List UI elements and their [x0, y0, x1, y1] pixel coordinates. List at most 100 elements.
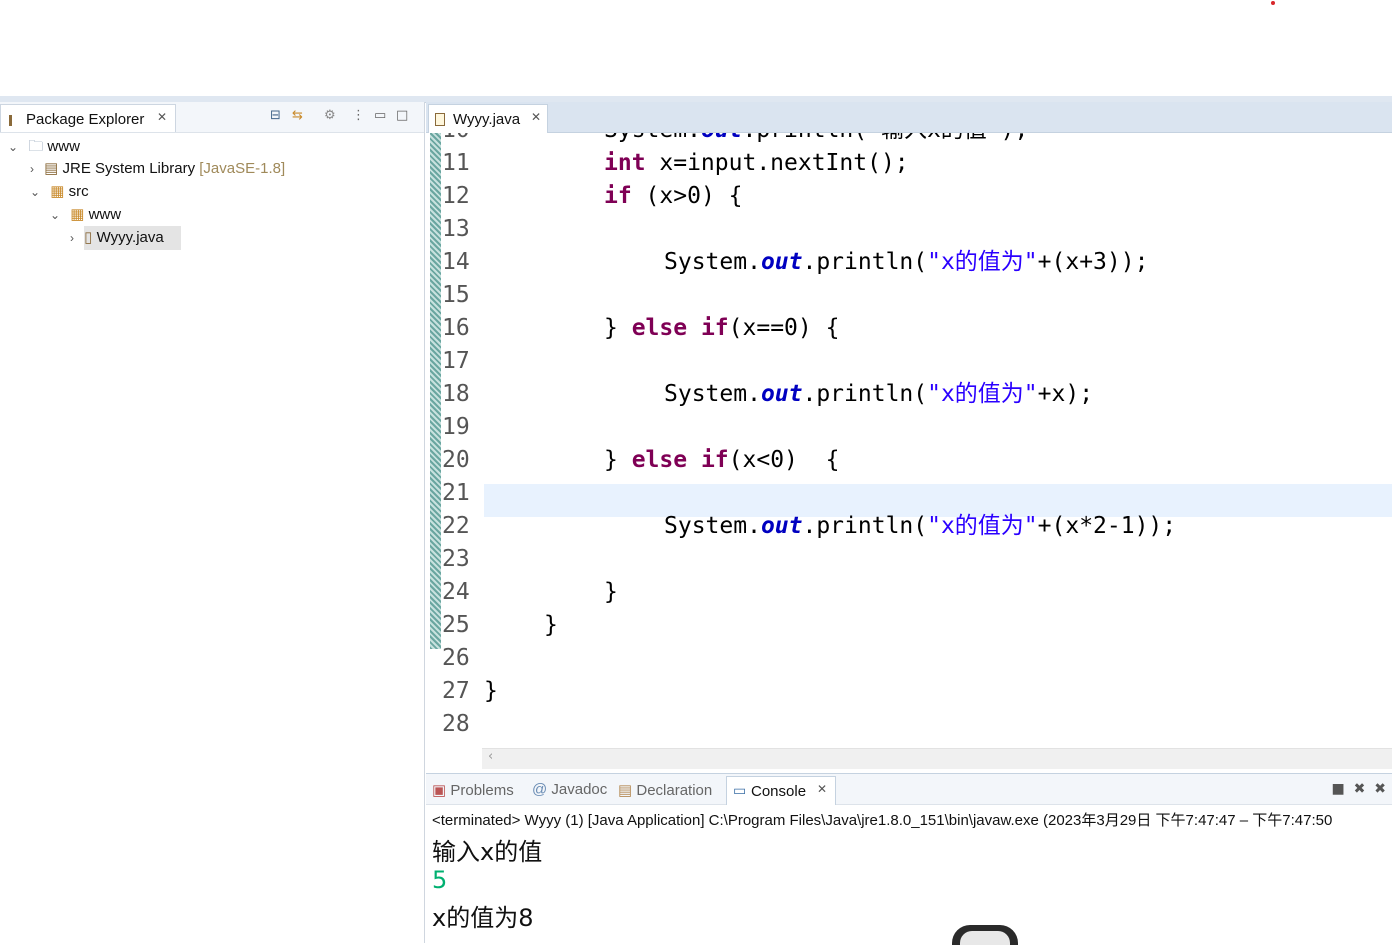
package-explorer-panel: Package Explorer ✕ ⊟ ⇆ ⚙ ⋮ ▭ □ ⌄ 🗀 www ›…: [0, 102, 425, 943]
tree-item-label: www: [88, 206, 122, 223]
code-token-string: "x的值为": [927, 249, 1038, 275]
tab-console[interactable]: ▭ Console ✕: [726, 776, 836, 805]
code-token: (x>0) {: [631, 183, 743, 209]
tab-problems[interactable]: ▣ Problems: [432, 781, 514, 799]
line-number: 12: [442, 183, 470, 209]
remove-all-icon[interactable]: ✖: [1374, 781, 1386, 797]
editor-tab-bar: Wyyy.java ✕: [426, 102, 1392, 133]
code-token: x=input.nextInt();: [645, 150, 909, 176]
console-output-line: 输入x的值: [432, 838, 543, 866]
collapse-all-icon[interactable]: ⊟: [270, 108, 281, 123]
package-explorer-tab[interactable]: Package Explorer ✕: [0, 104, 176, 132]
tree-item-label: JRE System Library: [62, 160, 196, 177]
code-token: .println(: [802, 249, 928, 275]
scroll-left-icon[interactable]: ‹: [488, 749, 493, 764]
tree-item-package-www[interactable]: ⌄ ▦ www: [50, 205, 121, 223]
editor-tab-wyyy-java[interactable]: Wyyy.java ✕: [428, 104, 548, 133]
code-line-16: } else if(x==0) {: [604, 312, 839, 345]
tree-item-jre-library[interactable]: › ▤ JRE System Library [JavaSE-1.8]: [30, 159, 285, 177]
code-line-24: }: [604, 576, 618, 609]
code-text-area[interactable]: 10 11 12 13 14 15 16 17 18 19 20 21 22 2…: [426, 133, 1392, 748]
line-number: 17: [442, 348, 470, 374]
chevron-down-icon[interactable]: ⌄: [8, 140, 18, 154]
code-token-keyword: else: [631, 447, 688, 473]
code-token-field: out: [760, 249, 803, 275]
code-token: .println("输入x的值");: [742, 133, 1028, 143]
code-token: (x==0) {: [728, 315, 840, 341]
code-line-22: System.out.println("x的值为"+(x*2-1));: [664, 510, 1176, 543]
console-input-echo: 5: [432, 866, 448, 894]
code-token: System.: [664, 381, 761, 407]
maximize-icon[interactable]: □: [396, 108, 408, 123]
tree-item-label: Wyyy.java: [96, 229, 164, 246]
code-token-keyword: int: [604, 150, 646, 176]
code-token: System.: [664, 513, 761, 539]
minimize-icon[interactable]: ▭: [374, 108, 386, 123]
desktop-pet-mascot[interactable]: [952, 925, 1018, 945]
line-number: 22: [442, 513, 470, 539]
chevron-down-icon[interactable]: ⌄: [50, 208, 60, 222]
at-sign-icon: @: [532, 781, 548, 798]
line-number: 27: [442, 678, 470, 704]
code-token-keyword: else: [631, 315, 688, 341]
tree-item-wyyy-java[interactable]: › ▯ Wyyy.java: [70, 228, 164, 246]
red-dot-indicator: [1271, 1, 1275, 5]
tab-label: Problems: [450, 782, 514, 799]
code-token: System.: [664, 249, 761, 275]
code-line-14: System.out.println("x的值为"+(x+3));: [664, 246, 1148, 279]
code-token-field: out: [760, 381, 803, 407]
line-number: 20: [442, 447, 470, 473]
code-line-20: } else if(x<0) {: [604, 444, 839, 477]
tree-item-src[interactable]: ⌄ ▦ src: [30, 182, 89, 200]
chevron-right-icon[interactable]: ›: [70, 231, 74, 245]
view-menu-icon[interactable]: ⋮: [352, 108, 365, 123]
code-token: }: [604, 315, 632, 341]
close-icon[interactable]: ✕: [817, 782, 827, 796]
chevron-down-icon[interactable]: ⌄: [30, 185, 40, 199]
line-number: 24: [442, 579, 470, 605]
package-explorer-icon: [9, 115, 18, 126]
terminate-icon[interactable]: ■: [1331, 781, 1344, 797]
chevron-right-icon[interactable]: ›: [30, 162, 34, 176]
line-number: 21: [442, 480, 470, 506]
java-file-icon: [435, 113, 445, 126]
code-line-27: }: [484, 675, 498, 708]
code-line-18: System.out.println("x的值为"+x);: [664, 378, 1093, 411]
line-number: 15: [442, 282, 470, 308]
console-status-line: <terminated> Wyyy (1) [Java Application]…: [432, 812, 1333, 829]
close-icon[interactable]: ✕: [531, 110, 541, 124]
link-with-editor-icon[interactable]: ⇆: [292, 108, 303, 123]
tab-declaration[interactable]: ▤ Declaration: [618, 781, 712, 799]
line-number: 16: [442, 315, 470, 341]
code-token: .println(: [802, 513, 928, 539]
console-tab-bar: ▣ Problems @ Javadoc ▤ Declaration ▭ Con…: [426, 774, 1392, 805]
code-token-keyword: if: [700, 315, 729, 341]
tab-javadoc[interactable]: @ Javadoc: [532, 781, 607, 798]
code-token: +(x+3));: [1037, 249, 1149, 275]
remove-launch-icon[interactable]: ✖: [1354, 781, 1366, 797]
code-token: }: [604, 579, 618, 605]
tree-item-project-www[interactable]: ⌄ 🗀 www: [8, 136, 80, 161]
console-output-line: x的值为8: [432, 904, 534, 932]
line-number: 13: [442, 216, 470, 242]
code-token-field: out: [701, 133, 743, 143]
package-icon: ▦: [70, 206, 85, 223]
line-number: 10: [442, 133, 482, 147]
code-token-field: out: [760, 513, 803, 539]
code-token-keyword: if: [700, 447, 729, 473]
close-icon[interactable]: ✕: [157, 110, 167, 124]
code-token: +x);: [1037, 381, 1094, 407]
package-explorer-header: Package Explorer ✕ ⊟ ⇆ ⚙ ⋮ ▭ □: [0, 102, 424, 133]
line-number: 18: [442, 381, 470, 407]
code-token: (x<0) {: [728, 447, 840, 473]
java-file-icon: ▯: [84, 229, 93, 246]
jre-version-label: [JavaSE-1.8]: [199, 160, 286, 177]
console-icon: ▭: [733, 783, 747, 799]
code-token: +(x*2-1));: [1037, 513, 1177, 539]
tree-item-label: www: [47, 138, 80, 155]
horizontal-scrollbar[interactable]: ‹: [482, 748, 1392, 769]
filter-icon[interactable]: ⚙: [324, 108, 336, 123]
source-folder-icon: ▦: [50, 183, 65, 200]
